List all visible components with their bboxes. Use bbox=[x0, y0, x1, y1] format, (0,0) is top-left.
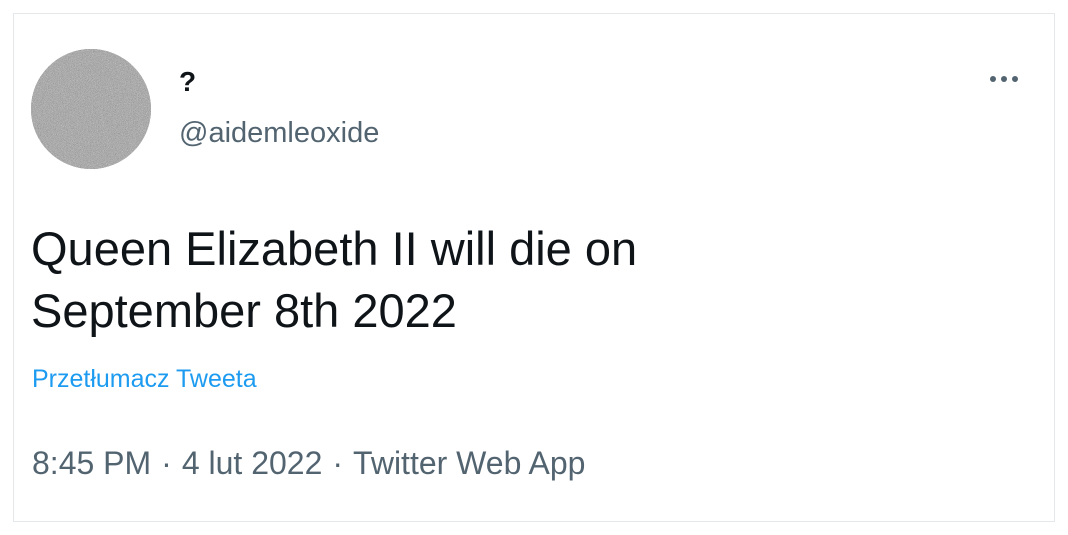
more-horizontal-icon-dot bbox=[1012, 76, 1018, 82]
more-horizontal-icon-dot bbox=[1001, 76, 1007, 82]
more-options-button[interactable] bbox=[982, 62, 1026, 96]
tweet-text-line: Queen Elizabeth II will die on bbox=[31, 222, 638, 275]
translate-tweet-link[interactable]: Przetłumacz Tweeta bbox=[32, 364, 257, 394]
tweet-time[interactable]: 8:45 PM bbox=[32, 445, 151, 481]
tweet-source[interactable]: Twitter Web App bbox=[353, 445, 585, 481]
tweet-metadata: 8:45 PM · 4 lut 2022 · Twitter Web App bbox=[32, 444, 585, 482]
tweet-text-line: September 8th 2022 bbox=[31, 284, 457, 337]
author-handle[interactable]: @aidemleoxide bbox=[179, 116, 379, 150]
meta-separator: · bbox=[332, 445, 344, 481]
more-horizontal-icon bbox=[990, 76, 996, 82]
tweet-date[interactable]: 4 lut 2022 bbox=[182, 445, 323, 481]
tweet-card: ? @aidemleoxide Queen Elizabeth II will … bbox=[13, 13, 1055, 522]
meta-separator: · bbox=[161, 445, 172, 481]
tweet-text: Queen Elizabeth II will die on September… bbox=[31, 218, 1031, 342]
avatar[interactable] bbox=[31, 49, 151, 169]
author-display-name[interactable]: ? bbox=[179, 66, 196, 98]
avatar-noise-image bbox=[31, 49, 151, 169]
